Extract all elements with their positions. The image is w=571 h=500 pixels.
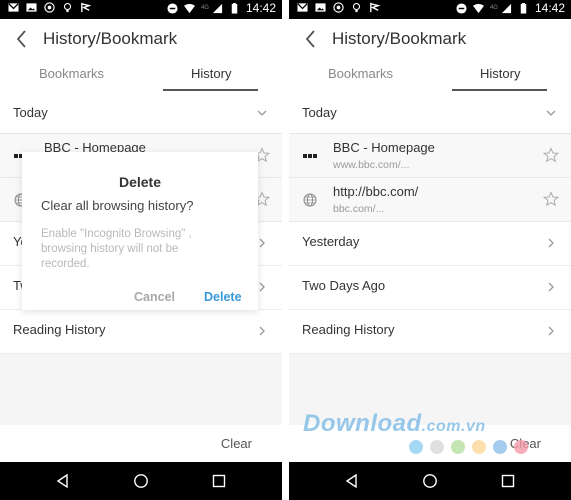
tab-bookmarks[interactable]: Bookmarks (328, 66, 393, 81)
history-item-title: http://bbc.com/ (333, 184, 419, 199)
gmail-icon (297, 3, 308, 12)
group-reading-history[interactable]: Reading History (289, 310, 571, 354)
screen-history: 4G 14:42 History/Bookmark Bookmarks Hist… (289, 0, 571, 500)
active-tab-indicator (452, 89, 547, 91)
group-label: Reading History (302, 322, 395, 337)
chevron-left-icon[interactable] (301, 27, 321, 51)
group-two-days-ago[interactable]: Two Days Ago (289, 266, 571, 310)
gallery-icon (315, 3, 326, 12)
chevron-right-icon (548, 326, 554, 336)
history-item-url: www.bbc.com/... (333, 159, 410, 171)
group-today[interactable]: Today (289, 95, 571, 134)
group-label: Yesterday (302, 234, 360, 249)
signal-icon (501, 3, 512, 13)
group-yesterday[interactable]: Yesterday (289, 222, 571, 266)
nav-home-icon[interactable] (422, 473, 438, 489)
history-item[interactable]: BBC - Homepage www.bbc.com/... (289, 134, 571, 178)
tab-history[interactable]: History (480, 66, 520, 81)
history-item[interactable]: http://bbc.com/ bbc.com/... (289, 178, 571, 222)
dialog-message: Clear all browsing history? (41, 198, 194, 213)
cancel-button[interactable]: Cancel (134, 290, 175, 304)
battery-icon (520, 2, 527, 14)
clear-button[interactable]: Clear (510, 436, 541, 451)
whatsapp-icon (333, 2, 344, 13)
do-not-disturb-icon (456, 2, 467, 14)
chevron-right-icon (548, 282, 554, 292)
system-nav-bar (289, 462, 571, 500)
network-type: 4G (489, 5, 498, 11)
bbc-favicon (303, 154, 317, 158)
chevron-down-icon (546, 110, 556, 116)
history-item-title: BBC - Homepage (333, 140, 435, 155)
star-icon[interactable] (543, 191, 559, 207)
flag-icon (370, 2, 380, 13)
wifi-icon (472, 3, 484, 13)
history-list: Today BBC - Homepage www.bbc.com/... htt… (289, 95, 571, 354)
lightbulb-icon (352, 3, 361, 13)
dialog-title: Delete (118, 174, 162, 190)
group-label: Today (302, 105, 337, 120)
nav-back-icon[interactable] (344, 473, 360, 489)
screen-with-delete-dialog: 4G 14:42 History/Bookmark Bookmarks Hist… (0, 0, 282, 500)
chevron-right-icon (548, 238, 554, 248)
bottom-bar: Clear (289, 425, 571, 462)
delete-button[interactable]: Delete (204, 290, 242, 304)
globe-icon (303, 193, 317, 207)
group-label: Two Days Ago (302, 278, 386, 293)
app-bar: History/Bookmark (289, 19, 571, 59)
dialog-note: Enable "Incognito Browsing" , browsing h… (41, 228, 192, 270)
delete-dialog: Delete Clear all browsing history? Enabl… (22, 152, 258, 310)
status-bar: 4G 14:42 (289, 0, 571, 19)
status-time: 14:42 (534, 1, 565, 15)
page-title: History/Bookmark (332, 29, 467, 48)
tab-bar: Bookmarks History (289, 59, 571, 95)
history-item-url: bbc.com/... (333, 203, 385, 215)
star-icon[interactable] (543, 147, 559, 163)
nav-recents-icon[interactable] (500, 473, 516, 489)
